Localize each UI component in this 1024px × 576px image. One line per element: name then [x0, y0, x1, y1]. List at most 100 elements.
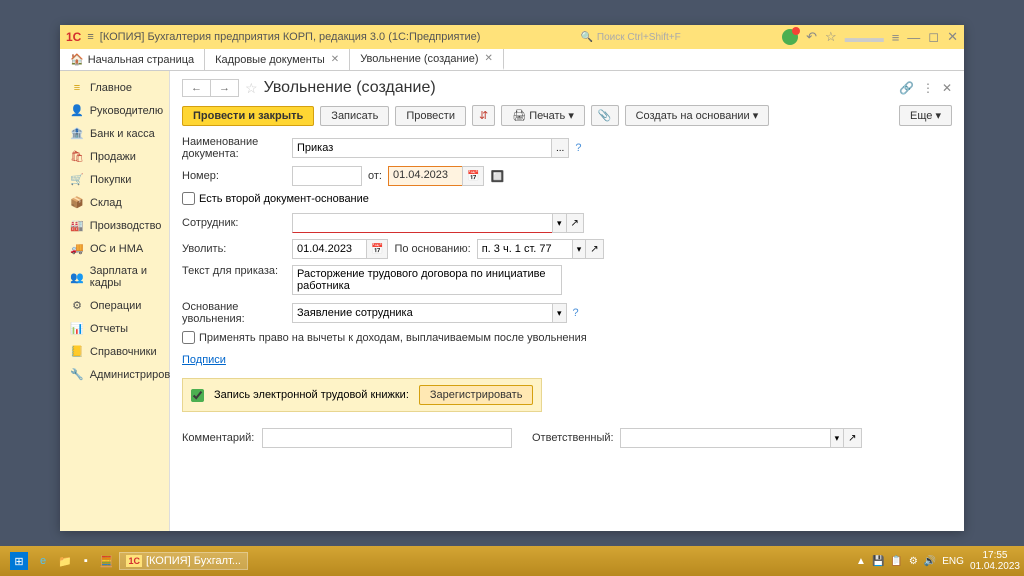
- tray-icon[interactable]: 📋: [890, 556, 902, 567]
- back-button[interactable]: ←: [183, 80, 211, 96]
- dismiss-reason-input[interactable]: [292, 303, 552, 323]
- back-icon[interactable]: ↶: [806, 29, 817, 45]
- etk-panel: Запись электронной трудовой книжки: Заре…: [182, 378, 542, 412]
- close-icon[interactable]: ✕: [947, 29, 958, 45]
- close-content-icon[interactable]: ✕: [942, 81, 952, 95]
- cancel-post-button[interactable]: ⇵: [472, 105, 495, 126]
- ie-icon[interactable]: e: [34, 553, 52, 569]
- options-icon[interactable]: ⋮: [922, 81, 934, 95]
- etk-checkbox[interactable]: [191, 389, 204, 402]
- nav-assets[interactable]: 🚚ОС и НМА: [60, 237, 169, 260]
- content-area: ← → ☆ Увольнение (создание) 🔗 ⋮ ✕ Провес…: [170, 71, 964, 531]
- tab-label: Кадровые документы: [215, 54, 325, 66]
- toolbar: Провести и закрыть Записать Провести ⇵ 🖨…: [182, 105, 952, 126]
- nav-manager[interactable]: 👤Руководителю: [60, 99, 169, 122]
- nav-main[interactable]: ≡Главное: [60, 77, 169, 99]
- print-button[interactable]: 🖨 Печать ▾: [501, 105, 585, 126]
- from-label: от:: [368, 170, 382, 182]
- tray-icon[interactable]: ⚙: [909, 556, 918, 567]
- favorite-icon[interactable]: ☆: [245, 80, 258, 97]
- taskbar-app-label: [КОПИЯ] Бухгалт...: [146, 555, 241, 567]
- employee-label: Сотрудник:: [182, 217, 292, 229]
- clock[interactable]: 17:55 01.04.2023: [970, 550, 1020, 572]
- register-button[interactable]: Зарегистрировать: [419, 385, 534, 405]
- create-based-button[interactable]: Создать на основании ▾: [625, 105, 770, 126]
- link-icon[interactable]: 🔗: [899, 81, 914, 95]
- nav-bank[interactable]: 🏦Банк и касса: [60, 122, 169, 145]
- menu-icon[interactable]: ▬▬▬: [845, 30, 884, 45]
- dismiss-reason-dropdown[interactable]: ▾: [552, 303, 567, 323]
- attach-button[interactable]: 📎: [591, 105, 619, 126]
- explorer-icon[interactable]: 📁: [52, 553, 78, 570]
- terminal-icon[interactable]: ▪: [78, 553, 94, 569]
- signatures-link[interactable]: Подписи: [182, 354, 226, 366]
- reason-open[interactable]: ↗: [585, 239, 603, 259]
- tray-icon[interactable]: 💾: [872, 556, 884, 567]
- maximize-icon[interactable]: ◻: [928, 29, 939, 45]
- help-icon[interactable]: ?: [575, 142, 581, 154]
- tray-icon[interactable]: 🔊: [924, 556, 936, 567]
- burger-icon[interactable]: ≡: [87, 31, 93, 43]
- date-from-input[interactable]: 01.04.2023: [388, 166, 463, 186]
- dismiss-label: Уволить:: [182, 243, 292, 255]
- nav-operations[interactable]: ⚙Операции: [60, 294, 169, 317]
- post-and-close-button[interactable]: Провести и закрыть: [182, 106, 314, 126]
- forward-button[interactable]: →: [211, 80, 238, 96]
- more-button[interactable]: Еще ▾: [899, 105, 952, 126]
- search-input[interactable]: Поиск Ctrl+Shift+F: [580, 32, 780, 43]
- minimize-icon[interactable]: —: [907, 30, 920, 45]
- number-input[interactable]: [292, 166, 362, 186]
- tab-label: Начальная страница: [88, 54, 194, 66]
- close-icon[interactable]: ✕: [485, 53, 493, 64]
- reason-dropdown[interactable]: ▾: [572, 239, 587, 259]
- titlebar: 1C ≡ [КОПИЯ] Бухгалтерия предприятия КОР…: [60, 25, 964, 49]
- tab-home[interactable]: 🏠 Начальная страница: [60, 49, 205, 70]
- calendar-icon[interactable]: 📅: [366, 239, 388, 259]
- employee-input[interactable]: [292, 213, 552, 233]
- doc-name-picker[interactable]: ...: [551, 138, 569, 158]
- responsible-dropdown[interactable]: ▾: [830, 428, 845, 448]
- nav-references[interactable]: 📒Справочники: [60, 340, 169, 363]
- tab-hr-docs[interactable]: Кадровые документы ✕: [205, 49, 350, 70]
- nav-sales[interactable]: 🛍Продажи: [60, 145, 169, 168]
- number-label: Номер:: [182, 170, 292, 182]
- nav-warehouse[interactable]: 📦Склад: [60, 191, 169, 214]
- order-text-input[interactable]: [292, 265, 562, 295]
- second-doc-label: Есть второй документ-основание: [199, 193, 369, 205]
- second-doc-checkbox[interactable]: [182, 192, 195, 205]
- write-button[interactable]: Записать: [320, 106, 389, 126]
- notification-icon[interactable]: [782, 29, 798, 45]
- nav-arrows: ← →: [182, 79, 239, 97]
- employee-open[interactable]: ↗: [566, 213, 584, 233]
- tab-label: Увольнение (создание): [360, 53, 478, 65]
- star-icon[interactable]: ☆: [825, 29, 837, 45]
- deduction-label: Применять право на вычеты к доходам, вып…: [199, 332, 587, 344]
- list-icon[interactable]: ≡: [892, 30, 900, 45]
- help-icon[interactable]: ?: [573, 307, 579, 319]
- nav-reports[interactable]: 📊Отчеты: [60, 317, 169, 340]
- nav-purchase[interactable]: 🛒Покупки: [60, 168, 169, 191]
- close-icon[interactable]: ✕: [331, 54, 339, 65]
- nav-production[interactable]: 🏭Производство: [60, 214, 169, 237]
- employee-dropdown[interactable]: ▾: [552, 213, 567, 233]
- tab-dismissal[interactable]: Увольнение (создание) ✕: [350, 49, 504, 70]
- nav-payroll[interactable]: 👥Зарплата и кадры: [60, 260, 169, 294]
- post-button[interactable]: Провести: [395, 106, 466, 126]
- doc-name-input[interactable]: [292, 138, 552, 158]
- reason-article-input[interactable]: [477, 239, 572, 259]
- deduction-checkbox[interactable]: [182, 331, 195, 344]
- home-icon: 🏠: [70, 53, 84, 66]
- tray-icon[interactable]: ▲: [856, 556, 866, 567]
- lang-indicator[interactable]: ENG: [942, 556, 964, 567]
- by-reason-label: По основанию:: [394, 243, 470, 255]
- start-button[interactable]: ⊞: [4, 550, 34, 572]
- comment-input[interactable]: [262, 428, 512, 448]
- responsible-input[interactable]: [620, 428, 830, 448]
- dismiss-date-input[interactable]: [292, 239, 367, 259]
- app-taskbar-button[interactable]: 1C [КОПИЯ] Бухгалт...: [119, 552, 248, 570]
- calc-icon[interactable]: 🧮: [94, 553, 120, 570]
- nav-admin[interactable]: 🔧Администрирование: [60, 363, 169, 386]
- doc-name-label: Наименование документа:: [182, 136, 292, 160]
- calendar-icon[interactable]: 📅: [462, 166, 484, 186]
- responsible-open[interactable]: ↗: [843, 428, 861, 448]
